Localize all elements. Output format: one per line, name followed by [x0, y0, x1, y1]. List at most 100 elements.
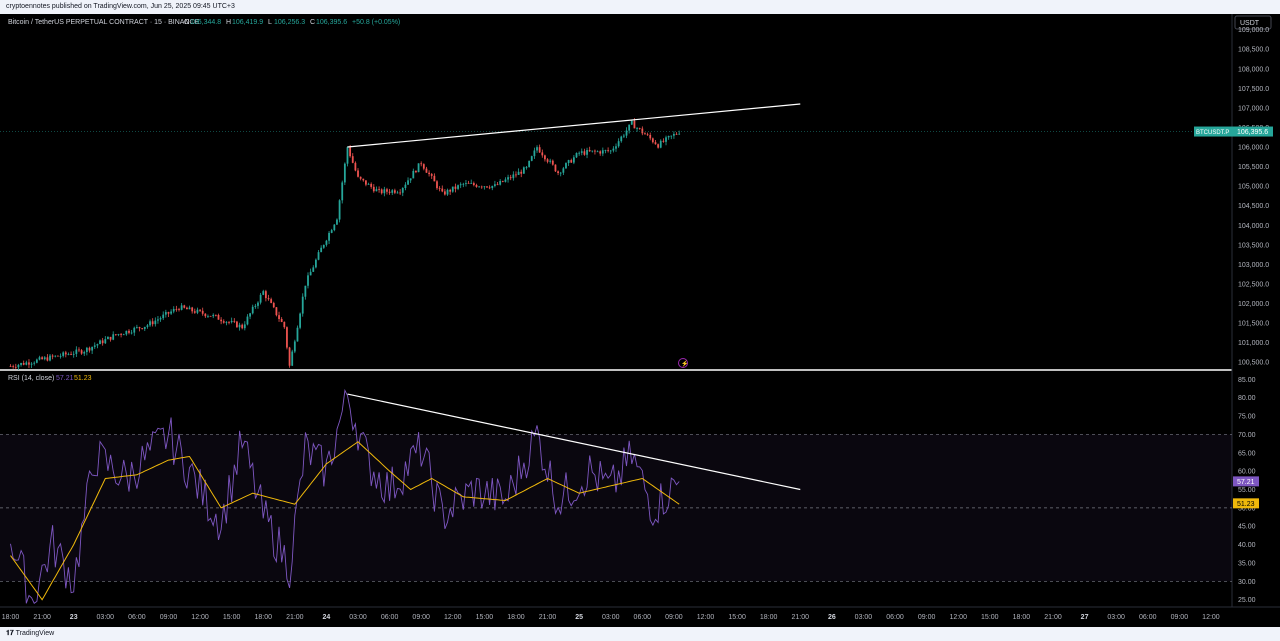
- candle: [646, 134, 649, 136]
- candle: [622, 135, 625, 137]
- candle: [196, 309, 199, 313]
- candle: [320, 247, 323, 253]
- candle: [383, 189, 386, 194]
- chart-svg[interactable]: USDT109,000.0 108,500.0 108,000.0 107,500.0…: [0, 14, 1280, 627]
- rsi-legend-title: RSI (14, close): [8, 375, 54, 382]
- candle: [204, 313, 207, 317]
- candle: [346, 147, 349, 164]
- candle: [280, 319, 283, 322]
- candle: [172, 308, 175, 312]
- price-tick-label: 108,500.0: [1238, 47, 1269, 54]
- candle: [446, 189, 449, 195]
- candle: [536, 147, 538, 151]
- candle: [425, 168, 428, 173]
- candle: [251, 306, 254, 314]
- candle: [567, 160, 570, 164]
- chart-frame[interactable]: USDT 109,000.0 108,500.0 108,000.0 107,500.0…: [0, 14, 1280, 627]
- candle: [109, 336, 112, 340]
- candle: [572, 157, 575, 163]
- candle: [420, 163, 423, 165]
- candle: [509, 177, 512, 179]
- time-tick-label: 09:00: [918, 614, 936, 621]
- candle: [283, 321, 286, 328]
- candle: [528, 160, 531, 167]
- candle: [133, 327, 136, 333]
- candle: [641, 128, 644, 134]
- candle: [146, 325, 149, 327]
- time-tick-label: 21:00: [33, 614, 51, 621]
- candle: [328, 232, 330, 241]
- candle: [472, 183, 475, 185]
- price-tick-label: 102,500.0: [1238, 281, 1269, 288]
- candle: [436, 181, 438, 189]
- time-tick-label: 21:00: [286, 614, 304, 621]
- time-tick-label: 06:00: [886, 614, 904, 621]
- candle: [480, 186, 483, 188]
- time-tick-label: 06:00: [634, 614, 652, 621]
- candle: [157, 319, 159, 321]
- time-tick-label: 12:00: [949, 614, 967, 621]
- candle: [99, 340, 101, 345]
- price-tick-label: 102,000.0: [1238, 301, 1269, 308]
- candle: [49, 355, 51, 361]
- ohlc-open-value: 106,344.8: [190, 19, 221, 26]
- candle: [538, 147, 541, 153]
- candle: [370, 183, 373, 187]
- candle: [375, 189, 378, 192]
- candle: [17, 364, 20, 368]
- ohlc-close-value: 106,395.6: [316, 19, 347, 26]
- candle: [441, 188, 444, 192]
- candle: [120, 334, 122, 335]
- price-tick-label: 101,500.0: [1238, 321, 1269, 328]
- candle: [393, 190, 396, 193]
- price-trendline[interactable]: [347, 103, 801, 148]
- candle: [551, 160, 554, 165]
- candle: [665, 137, 667, 142]
- candle: [209, 315, 212, 317]
- candle: [38, 357, 41, 360]
- candle: [46, 357, 49, 361]
- candle: [615, 146, 617, 149]
- time-tick-label: 06:00: [128, 614, 146, 621]
- candle: [288, 347, 291, 366]
- time-tick-label: 09:00: [412, 614, 430, 621]
- price-tick-label: 109,000.0: [1238, 27, 1269, 34]
- candle: [488, 187, 491, 189]
- candle: [159, 318, 162, 320]
- time-tick-label: 15:00: [728, 614, 746, 621]
- candle: [54, 355, 57, 357]
- candle: [673, 133, 675, 136]
- ohlc-change: +50.8 (+0.05%): [352, 19, 400, 26]
- rsi-band-fill: [0, 434, 1232, 582]
- candle: [533, 150, 536, 157]
- candle: [175, 308, 178, 310]
- symbol-title: Bitcoin / TetherUS PERPETUAL CONTRACT · …: [8, 19, 200, 26]
- candle: [417, 163, 420, 173]
- time-tick-label: 03:00: [602, 614, 620, 621]
- rsi-tick-label: 75.00: [1238, 414, 1256, 421]
- price-tick-label: 107,000.0: [1238, 105, 1269, 112]
- time-tick-label: 15:00: [476, 614, 494, 621]
- ohlc-low-label: L: [268, 19, 272, 26]
- candle: [630, 120, 633, 125]
- time-tick-label: 15:00: [223, 614, 241, 621]
- candle: [388, 191, 391, 193]
- candle: [351, 156, 354, 163]
- time-tick-label: 06:00: [1139, 614, 1157, 621]
- time-tick-label: 18:00: [2, 614, 20, 621]
- price-tick-label: 101,000.0: [1238, 340, 1269, 347]
- price-tick-label: 106,000.0: [1238, 145, 1269, 152]
- currency-button-label: USDT: [1240, 20, 1260, 27]
- candle: [575, 153, 578, 158]
- candle: [225, 321, 228, 323]
- time-tick-label: 12:00: [444, 614, 462, 621]
- candle: [91, 346, 94, 351]
- time-tick-label: 09:00: [665, 614, 683, 621]
- price-tick-label: 105,500.0: [1238, 164, 1269, 171]
- brand-bar: 𝟏𝟕 TradingView: [0, 627, 1280, 641]
- candle: [465, 182, 467, 184]
- candle: [243, 324, 246, 329]
- candle: [562, 168, 565, 173]
- price-tag-value: 106,395.6: [1237, 129, 1268, 136]
- price-tick-label: 108,000.0: [1238, 66, 1269, 73]
